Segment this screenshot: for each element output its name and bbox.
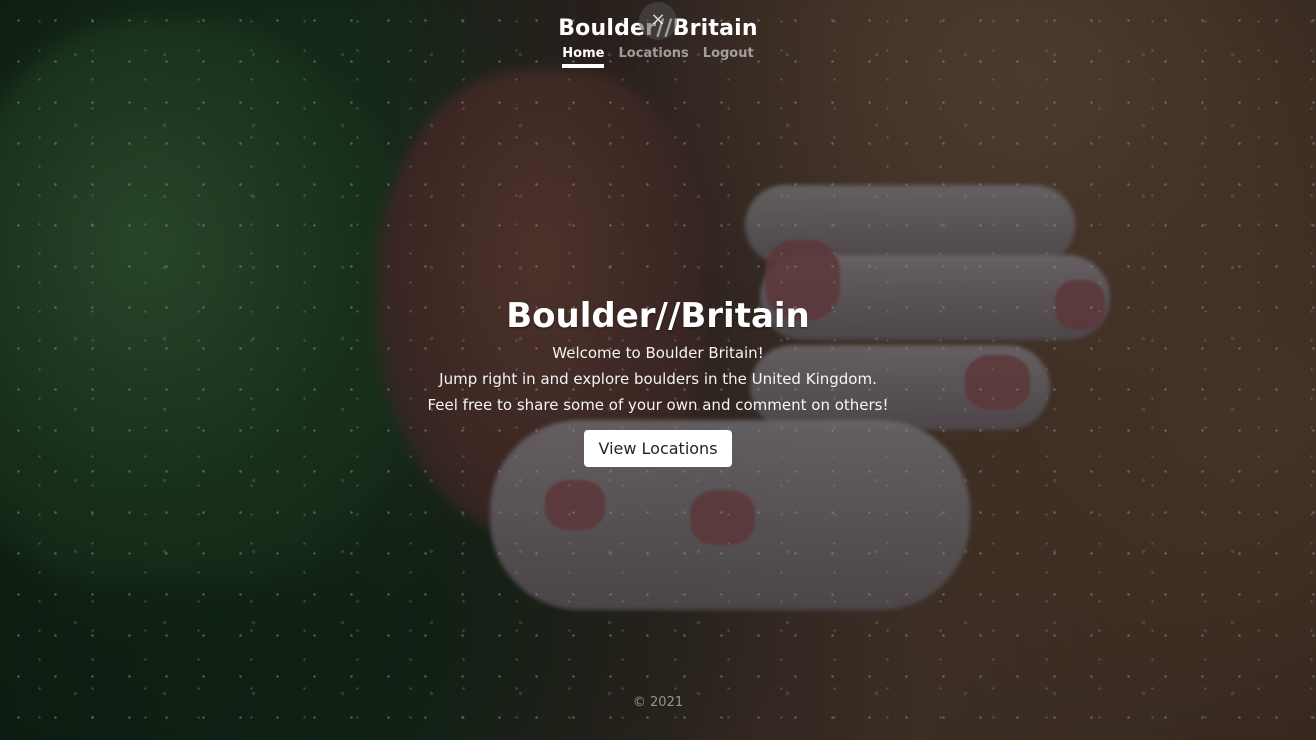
hero-line-explore: Jump right in and explore boulders in th…	[439, 370, 877, 388]
close-icon[interactable]: ×	[639, 2, 677, 40]
hero-line-share: Feel free to share some of your own and …	[427, 396, 889, 414]
hero-line-welcome: Welcome to Boulder Britain!	[552, 344, 764, 362]
nav-link-locations[interactable]: Locations	[618, 46, 688, 68]
nav-link-logout[interactable]: Logout	[703, 46, 754, 68]
copyright-text: © 2021	[632, 695, 684, 710]
hero-title: Boulder//Britain	[506, 296, 810, 336]
hero-section: Boulder//Britain Welcome to Boulder Brit…	[0, 294, 1316, 467]
hero-text: Welcome to Boulder Britain! Jump right i…	[0, 340, 1316, 418]
main-nav: Home Locations Logout	[0, 46, 1316, 68]
view-locations-button[interactable]: View Locations	[584, 430, 732, 467]
nav-link-home[interactable]: Home	[562, 46, 605, 68]
site-footer: © 2021	[0, 695, 1316, 710]
